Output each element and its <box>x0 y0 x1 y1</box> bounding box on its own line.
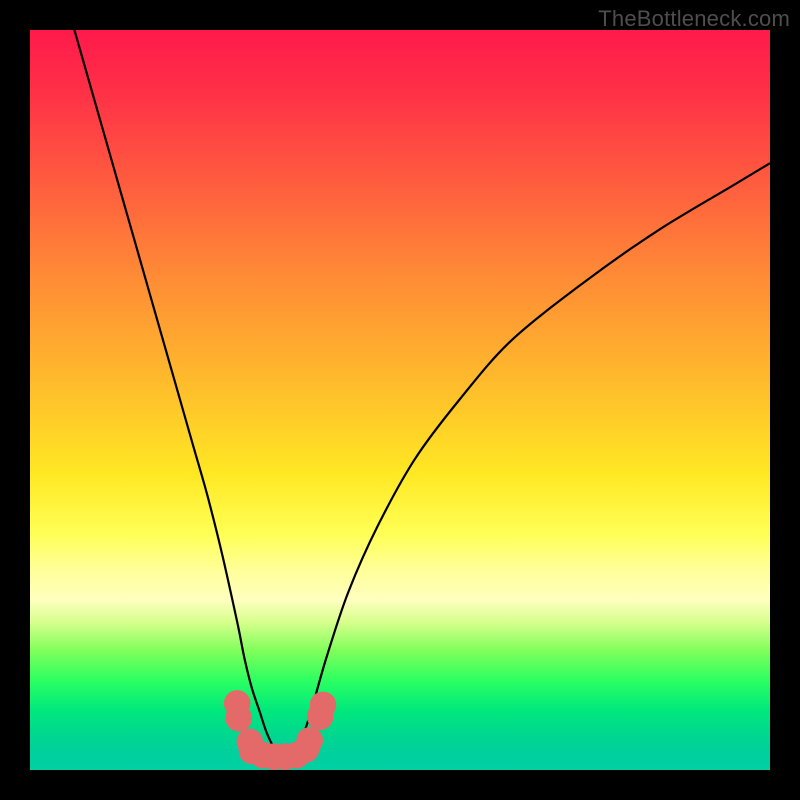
curve-marker <box>225 705 252 732</box>
curve-marker <box>296 727 323 754</box>
curve-svg <box>30 30 770 770</box>
marker-group <box>224 690 336 770</box>
curve-path <box>74 30 770 756</box>
chart-frame: TheBottleneck.com <box>0 0 800 800</box>
curve-marker <box>310 692 337 719</box>
watermark-text: TheBottleneck.com <box>598 6 790 32</box>
plot-area <box>30 30 770 770</box>
